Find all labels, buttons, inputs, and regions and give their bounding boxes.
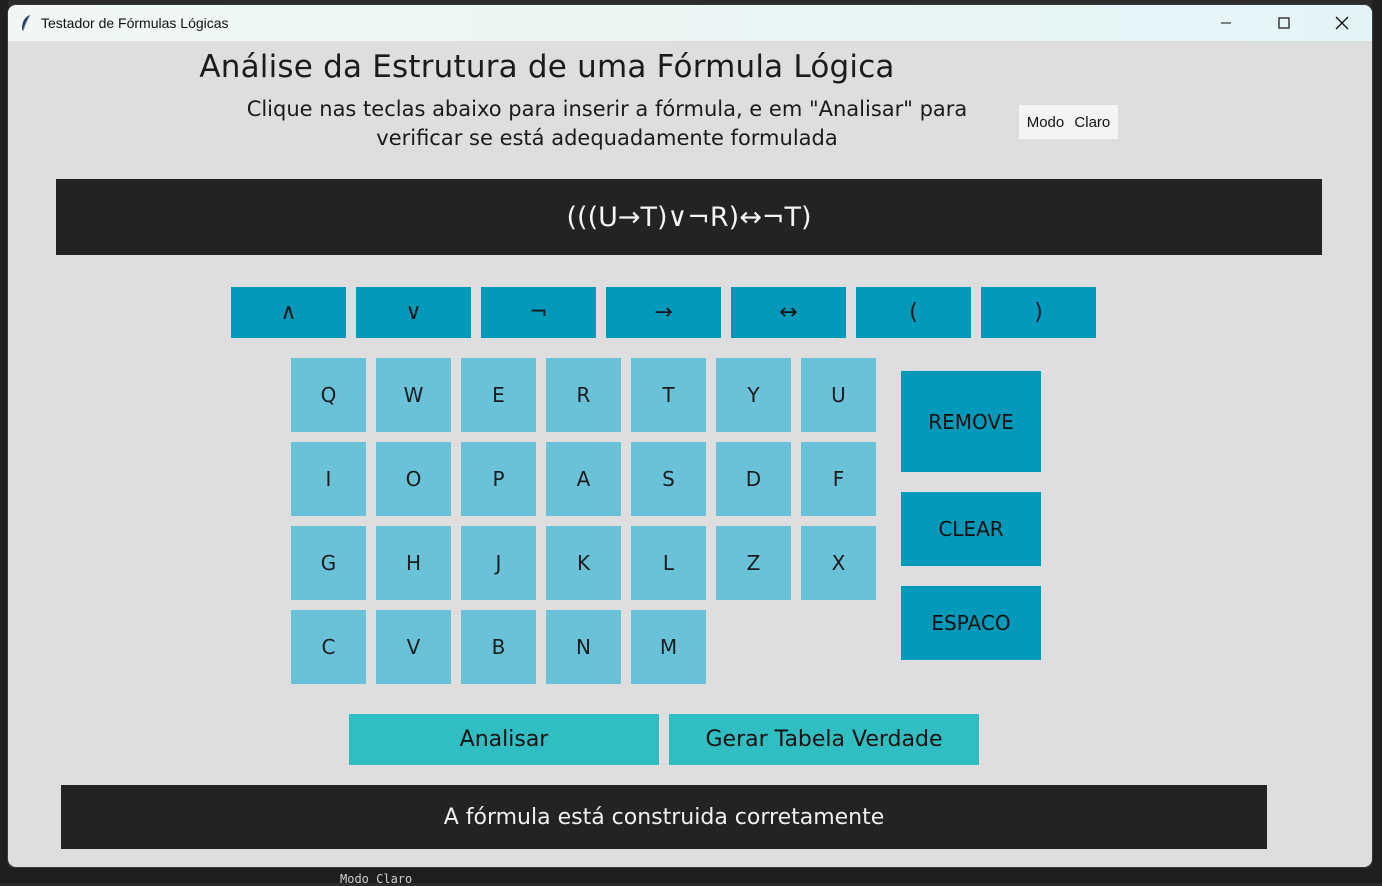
key-c[interactable]: C xyxy=(291,610,366,684)
operator-biconditional-button[interactable]: ↔ xyxy=(731,287,846,338)
app-window: Testador de Fórmulas Lógicas Análise da … xyxy=(8,5,1372,867)
analyze-button[interactable]: Analisar xyxy=(349,714,659,765)
key-q[interactable]: Q xyxy=(291,358,366,432)
key-m[interactable]: M xyxy=(631,610,706,684)
page-title: Análise da Estrutura de uma Fórmula Lógi… xyxy=(168,49,926,85)
theme-mode-button[interactable]: Modo Claro xyxy=(1019,105,1118,139)
space-button[interactable]: ESPACO xyxy=(901,586,1041,660)
key-k[interactable]: K xyxy=(546,526,621,600)
key-d[interactable]: D xyxy=(716,442,791,516)
key-u[interactable]: U xyxy=(801,358,876,432)
formula-display: (((U→T)∨¬R)↔¬T) xyxy=(56,179,1322,255)
key-i[interactable]: I xyxy=(291,442,366,516)
key-o[interactable]: O xyxy=(376,442,451,516)
key-f[interactable]: F xyxy=(801,442,876,516)
operator-implies-button[interactable]: → xyxy=(606,287,721,338)
close-button[interactable] xyxy=(1313,5,1371,41)
title-bar: Testador de Fórmulas Lógicas xyxy=(8,5,1372,41)
open-parenthesis-button[interactable]: ( xyxy=(856,287,971,338)
maximize-icon xyxy=(1278,17,1290,29)
key-h[interactable]: H xyxy=(376,526,451,600)
clear-button[interactable]: CLEAR xyxy=(901,492,1041,566)
key-x[interactable]: X xyxy=(801,526,876,600)
key-z[interactable]: Z xyxy=(716,526,791,600)
key-p[interactable]: P xyxy=(461,442,536,516)
operator-not-button[interactable]: ¬ xyxy=(481,287,596,338)
minimize-icon xyxy=(1220,17,1232,29)
window-title: Testador de Fórmulas Lógicas xyxy=(41,15,229,31)
key-s[interactable]: S xyxy=(631,442,706,516)
close-icon xyxy=(1335,16,1349,30)
key-v[interactable]: V xyxy=(376,610,451,684)
key-j[interactable]: J xyxy=(461,526,536,600)
key-b[interactable]: B xyxy=(461,610,536,684)
operator-or-button[interactable]: ∨ xyxy=(356,287,471,338)
operator-and-button[interactable]: ∧ xyxy=(231,287,346,338)
maximize-button[interactable] xyxy=(1255,5,1313,41)
result-message: A fórmula está construida corretamente xyxy=(61,785,1267,849)
key-y[interactable]: Y xyxy=(716,358,791,432)
key-t[interactable]: T xyxy=(631,358,706,432)
truth-table-button[interactable]: Gerar Tabela Verdade xyxy=(669,714,979,765)
feather-icon xyxy=(20,14,32,32)
remove-button[interactable]: REMOVE xyxy=(901,371,1041,472)
minimize-button[interactable] xyxy=(1197,5,1255,41)
background-text: Modo Claro xyxy=(340,872,412,886)
key-l[interactable]: L xyxy=(631,526,706,600)
key-w[interactable]: W xyxy=(376,358,451,432)
background-desktop-bottom xyxy=(0,867,1382,883)
key-n[interactable]: N xyxy=(546,610,621,684)
close-parenthesis-button[interactable]: ) xyxy=(981,287,1096,338)
key-e[interactable]: E xyxy=(461,358,536,432)
background-desktop-right xyxy=(1372,0,1382,883)
subtitle-line-2: verificar se está adequadamente formulad… xyxy=(188,124,1026,153)
background-desktop-left xyxy=(0,0,8,883)
key-g[interactable]: G xyxy=(291,526,366,600)
key-r[interactable]: R xyxy=(546,358,621,432)
subtitle-line-1: Clique nas teclas abaixo para inserir a … xyxy=(188,95,1026,124)
key-a[interactable]: A xyxy=(546,442,621,516)
page-subtitle: Clique nas teclas abaixo para inserir a … xyxy=(188,95,1026,153)
